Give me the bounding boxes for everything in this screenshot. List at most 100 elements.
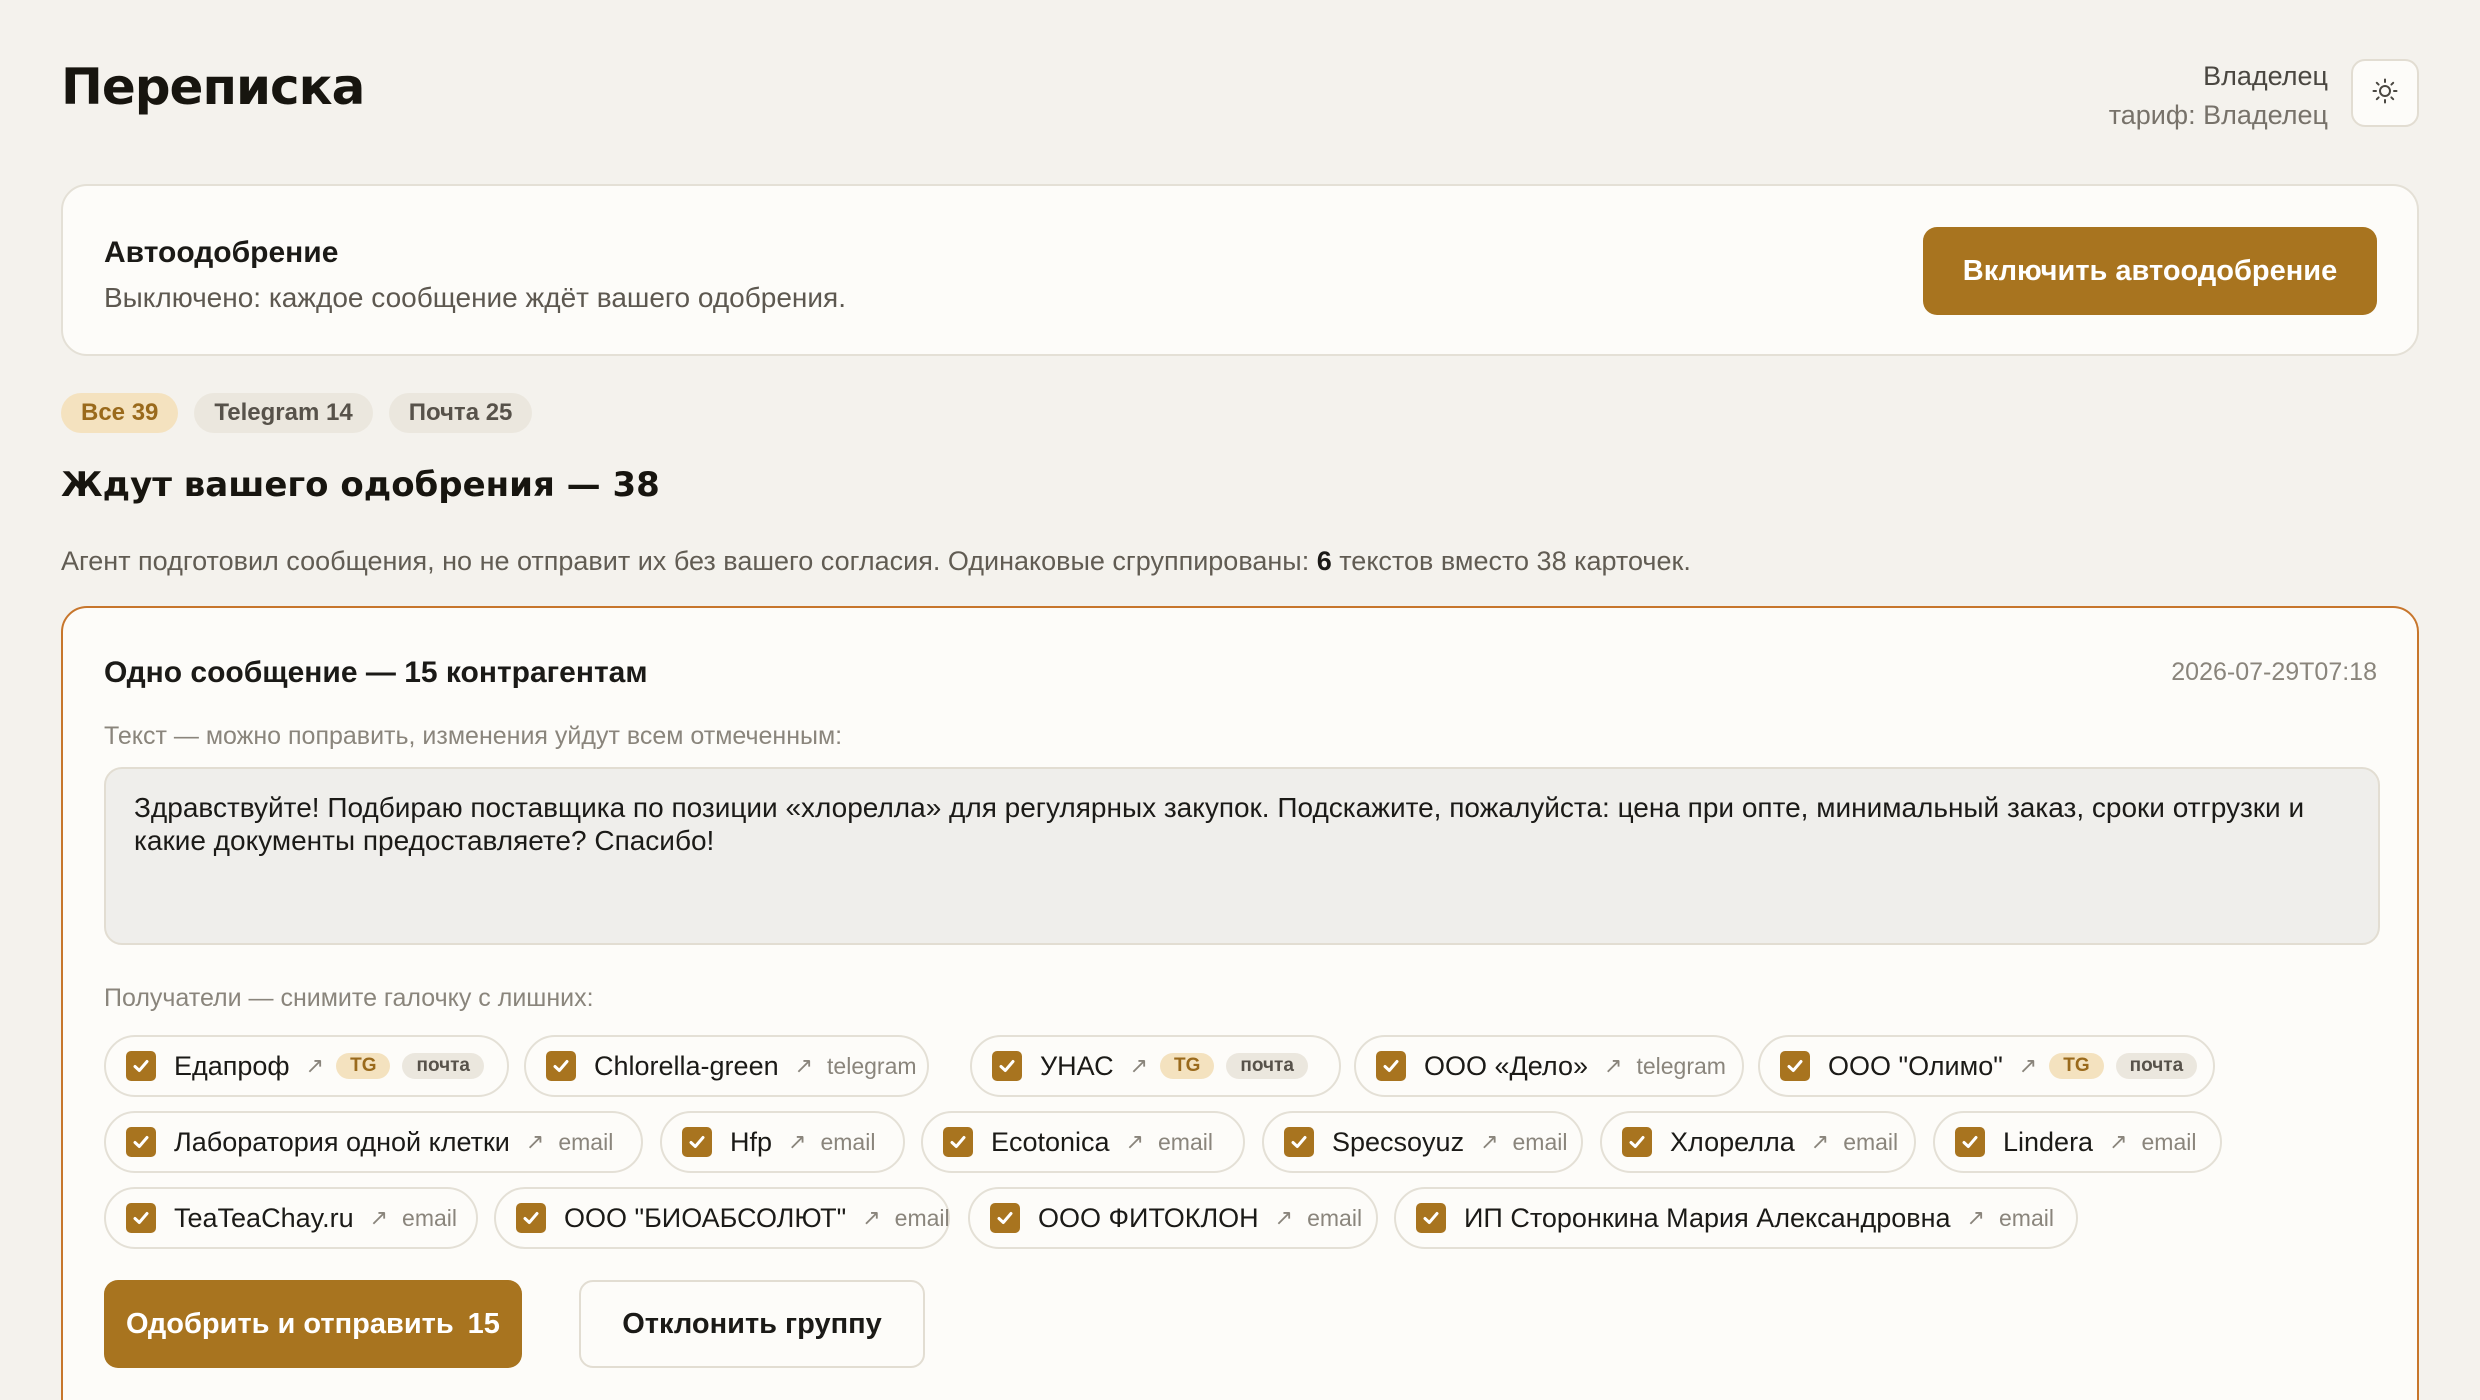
recipient-chip[interactable]: ООО "Олимо" ↗ TG почта: [1758, 1035, 2215, 1097]
recipient-checkbox[interactable]: [1284, 1127, 1314, 1157]
auto-approve-description: Выключено: каждое сообщение ждёт вашего …: [104, 282, 846, 313]
page-title: Переписка: [61, 58, 365, 116]
recipient-checkbox[interactable]: [126, 1127, 156, 1157]
recipient-chip[interactable]: Лаборатория одной клетки ↗ email: [104, 1111, 643, 1173]
recipient-checkbox[interactable]: [943, 1127, 973, 1157]
external-link-icon[interactable]: ↗: [862, 1205, 880, 1231]
checkmark-icon: [133, 1136, 149, 1148]
recipient-checkbox[interactable]: [992, 1051, 1022, 1081]
page: Переписка Владелец тариф: Владелец Автоо…: [61, 0, 2419, 1400]
recipient-channel: telegram: [1636, 1052, 1726, 1079]
external-link-icon[interactable]: ↗: [1480, 1129, 1498, 1155]
approve-count: 15: [467, 1307, 500, 1340]
reject-group-button[interactable]: Отклонить группу: [579, 1280, 925, 1368]
group-date: 2026-07-29T07:18: [2171, 658, 2377, 686]
recipient-checkbox[interactable]: [1955, 1127, 1985, 1157]
recipient-checkbox[interactable]: [1416, 1203, 1446, 1233]
recipient-chip[interactable]: ООО "БИОАБСОЛЮТ" ↗ email: [494, 1187, 950, 1249]
checkmark-icon: [1423, 1212, 1439, 1224]
recipient-checkbox[interactable]: [516, 1203, 546, 1233]
checkmark-icon: [1787, 1060, 1803, 1072]
external-link-icon[interactable]: ↗: [2019, 1053, 2037, 1079]
external-link-icon[interactable]: ↗: [306, 1053, 324, 1079]
recipient-chip[interactable]: Ecotonica ↗ email: [921, 1111, 1245, 1173]
telegram-tag: TG: [1160, 1053, 1215, 1079]
recipient-chip[interactable]: TeaTeaChay.ru ↗ email: [104, 1187, 478, 1249]
group-title: Одно сообщение — 15 контрагентам: [104, 656, 648, 689]
subtitle-count: 6: [1316, 546, 1332, 576]
external-link-icon[interactable]: ↗: [2109, 1129, 2127, 1155]
recipient-channel: telegram: [827, 1052, 917, 1079]
section-title: Ждут вашего одобрения — 38: [61, 465, 660, 505]
checkmark-icon: [997, 1212, 1013, 1224]
recipient-name: Ecotonica: [991, 1126, 1110, 1157]
recipient-name: УНАС: [1040, 1050, 1114, 1081]
recipient-chip[interactable]: Lindera ↗ email: [1933, 1111, 2222, 1173]
recipient-chip[interactable]: ИП Сторонкина Мария Александровна ↗ email: [1394, 1187, 2078, 1249]
user-plan: тариф: Владелец: [2108, 100, 2328, 130]
filter-all[interactable]: Все 39: [61, 393, 179, 433]
recipient-chip[interactable]: Едапроф ↗ TG почта: [104, 1035, 509, 1097]
external-link-icon[interactable]: ↗: [1126, 1129, 1144, 1155]
telegram-tag: TG: [2049, 1053, 2104, 1079]
recipient-chip[interactable]: Hfp ↗ email: [660, 1111, 905, 1173]
recipient-channel: email: [1843, 1128, 1899, 1155]
mail-tag: почта: [402, 1053, 484, 1079]
external-link-icon[interactable]: ↗: [1811, 1129, 1829, 1155]
recipient-checkbox[interactable]: [682, 1127, 712, 1157]
external-link-icon[interactable]: ↗: [1275, 1205, 1293, 1231]
filter-telegram[interactable]: Telegram 14: [194, 393, 373, 433]
recipient-chip[interactable]: УНАС ↗ TG почта: [970, 1035, 1341, 1097]
external-link-icon[interactable]: ↗: [788, 1129, 806, 1155]
recipient-chip[interactable]: Specsoyuz ↗ email: [1262, 1111, 1583, 1173]
recipient-channel: email: [820, 1128, 876, 1155]
recipient-chip[interactable]: ООО «Дело» ↗ telegram: [1354, 1035, 1744, 1097]
checkmark-icon: [689, 1136, 705, 1148]
recipient-checkbox[interactable]: [546, 1051, 576, 1081]
auto-approve-title: Автоодобрение: [104, 236, 339, 269]
telegram-tag: TG: [336, 1053, 391, 1079]
recipient-name: ООО "БИОАБСОЛЮТ": [564, 1202, 847, 1233]
recipient-checkbox[interactable]: [1376, 1051, 1406, 1081]
checkmark-icon: [1962, 1136, 1978, 1148]
recipient-name: Lindera: [2003, 1126, 2094, 1157]
checkmark-icon: [523, 1212, 539, 1224]
recipient-checkbox[interactable]: [126, 1051, 156, 1081]
recipient-checkbox[interactable]: [990, 1203, 1020, 1233]
approve-send-button[interactable]: Одобрить и отправить 15: [104, 1280, 522, 1368]
checkmark-icon: [1291, 1136, 1307, 1148]
subtitle-text: Агент подготовил сообщения, но не отправ…: [61, 546, 1317, 576]
recipient-channel: email: [1158, 1128, 1213, 1155]
filter-mail[interactable]: Почта 25: [388, 393, 533, 433]
checkmark-icon: [1383, 1060, 1399, 1072]
filter-tabs: Все 39 Telegram 14 Почта 25: [61, 393, 533, 433]
checkmark-icon: [999, 1060, 1015, 1072]
recipient-name: ИП Сторонкина Мария Александровна: [1464, 1202, 1951, 1233]
recipient-chip[interactable]: Chlorella-green ↗ telegram: [524, 1035, 929, 1097]
external-link-icon[interactable]: ↗: [526, 1129, 544, 1155]
recipient-checkbox[interactable]: [1780, 1051, 1810, 1081]
recipient-name: Specsoyuz: [1332, 1126, 1465, 1157]
recipient-name: TeaTeaChay.ru: [174, 1202, 354, 1233]
recipient-checkbox[interactable]: [1622, 1127, 1652, 1157]
message-textarea[interactable]: Здравствуйте! Подбираю поставщика по поз…: [104, 767, 2380, 945]
external-link-icon[interactable]: ↗: [1967, 1205, 1985, 1231]
recipient-checkbox[interactable]: [126, 1203, 156, 1233]
external-link-icon[interactable]: ↗: [795, 1053, 813, 1079]
recipient-chip[interactable]: Хлорелла ↗ email: [1600, 1111, 1916, 1173]
sun-icon: [2372, 78, 2398, 109]
recipient-chip[interactable]: ООО ФИТОКЛОН ↗ email: [968, 1187, 1378, 1249]
recipient-channel: email: [1512, 1128, 1568, 1155]
section-subtitle: Агент подготовил сообщения, но не отправ…: [61, 546, 1691, 577]
enable-auto-approve-button[interactable]: Включить автоодобрение: [1923, 227, 2377, 315]
recipient-channel: email: [558, 1128, 614, 1155]
text-label: Текст — можно поправить, изменения уйдут…: [104, 722, 843, 750]
theme-toggle-button[interactable]: [2351, 59, 2419, 127]
external-link-icon[interactable]: ↗: [370, 1205, 388, 1231]
message-group-card: Одно сообщение — 15 контрагентам 2026-07…: [61, 606, 2419, 1400]
recipient-channel: email: [402, 1204, 458, 1231]
recipient-name: Едапроф: [174, 1050, 290, 1081]
recipient-name: ООО «Дело»: [1424, 1050, 1589, 1081]
external-link-icon[interactable]: ↗: [1130, 1053, 1148, 1079]
external-link-icon[interactable]: ↗: [1604, 1053, 1622, 1079]
